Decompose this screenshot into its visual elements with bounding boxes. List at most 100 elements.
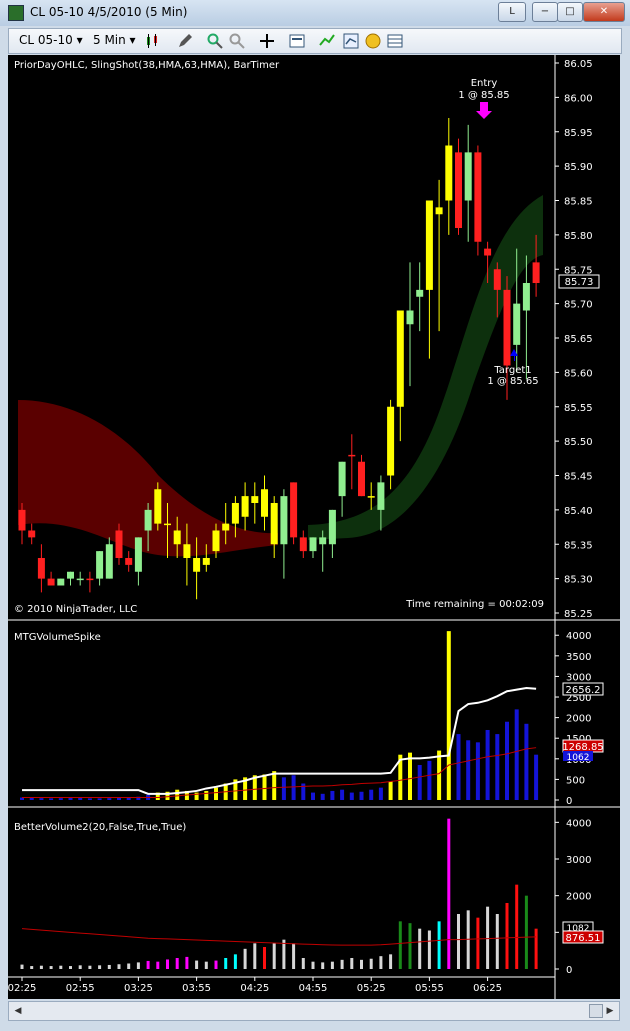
vs-tick-label: 2000	[566, 714, 591, 725]
better-volume-bar	[146, 960, 150, 969]
volume-spike-bar	[175, 789, 180, 800]
time-tick-label: 04:55	[299, 983, 328, 994]
target-fill-label: 1 @ 85.65	[487, 376, 538, 387]
indicators-icon[interactable]	[319, 33, 335, 49]
better-volume-bar	[233, 954, 237, 969]
close-button[interactable]: ✕	[583, 2, 625, 22]
time-tick-label: 04:25	[240, 983, 269, 994]
entry-fill-label: 1 @ 85.85	[458, 90, 509, 101]
zoom-out-icon[interactable]	[229, 33, 245, 49]
volume-spike-bar	[524, 723, 529, 800]
price-tick-label: 85.70	[564, 300, 593, 311]
crosshair-icon[interactable]	[259, 33, 275, 49]
better-volume-bar	[515, 884, 519, 969]
time-tick-label: 05:55	[415, 983, 444, 994]
candle-body	[86, 578, 94, 581]
volume-spike-bar	[281, 777, 286, 800]
better-volume-bar	[311, 961, 315, 969]
price-tick-label: 85.80	[564, 231, 593, 242]
price-tick-label: 86.00	[564, 93, 593, 104]
time-tick-label: 02:55	[66, 983, 95, 994]
horizontal-scrollbar[interactable]: ◀ ▶	[8, 1001, 620, 1021]
candle-body	[513, 303, 521, 345]
volume-spike-bar	[214, 787, 218, 800]
better-volume-bar	[166, 959, 169, 969]
better-volume-bar	[486, 906, 490, 969]
price-tick-label: 85.50	[564, 437, 593, 448]
volume-spike-bar	[340, 789, 345, 800]
volume-spike-bar	[126, 797, 131, 800]
better-volume-bar	[398, 921, 402, 969]
better-volume-bar	[175, 958, 179, 969]
data-box-icon[interactable]	[387, 33, 403, 49]
vs-label-1: 2656.2	[566, 685, 601, 696]
chart-svg: PriorDayOHLC, SlingShot(38,HMA,63,HMA), …	[8, 55, 620, 999]
candle-body	[251, 496, 259, 503]
vs-tick-label: 0	[566, 796, 572, 807]
better-volume-bar	[330, 961, 334, 969]
volume-spike-bar	[417, 764, 422, 800]
zoom-in-icon[interactable]	[207, 33, 223, 49]
chart-area[interactable]: PriorDayOHLC, SlingShot(38,HMA,63,HMA), …	[8, 55, 620, 999]
better-volume-bar	[127, 963, 131, 969]
candle-body	[37, 558, 45, 579]
better-volume-bar	[369, 958, 373, 969]
candle-body	[406, 310, 414, 325]
better-volume-bar	[88, 965, 92, 969]
better-volume-bar	[282, 939, 286, 969]
volume-spike-bar	[408, 752, 412, 800]
volume-spike-bar	[369, 789, 374, 800]
volume-spike-bar	[475, 742, 480, 800]
candle-body	[445, 145, 453, 201]
scroll-left-icon[interactable]: ◀	[11, 1004, 25, 1018]
better-volume-bar	[505, 903, 509, 969]
volume-spike-bar	[272, 771, 277, 800]
minimize-button[interactable]: −	[532, 2, 558, 22]
volume-spike-bar	[311, 792, 315, 800]
maximize-button[interactable]: □	[557, 2, 583, 22]
strategies-icon[interactable]	[343, 33, 359, 49]
bv-label-2: 876.51	[566, 933, 601, 944]
bv-tick-label: 2000	[566, 892, 591, 903]
price-tick-label: 85.85	[564, 197, 593, 208]
pencil-icon[interactable]	[177, 33, 193, 49]
link-button[interactable]: L	[498, 2, 526, 22]
scroll-thumb[interactable]	[589, 1004, 603, 1018]
volume-spike-bar	[359, 791, 364, 800]
volume-spike-bar	[378, 787, 383, 800]
money-icon[interactable]	[365, 33, 381, 49]
better-volume-bar	[117, 964, 121, 969]
better-volume-bar	[156, 961, 160, 969]
better-volume-bar	[447, 818, 451, 969]
better-volume-bar	[418, 928, 422, 969]
better-volume-bar	[224, 958, 228, 969]
period-selector[interactable]: 5 Min ▾	[93, 33, 136, 47]
candle-body	[193, 558, 201, 572]
vs-tick-label: 4000	[566, 631, 591, 642]
time-tick-label: 02:25	[8, 983, 36, 994]
volume-spike-bar	[291, 775, 296, 800]
volume-spike-bar	[117, 797, 121, 800]
properties-icon[interactable]	[289, 33, 305, 49]
better-volume-bar	[263, 947, 266, 969]
instrument-selector[interactable]: CL 05-10 ▾	[19, 33, 83, 47]
time-tick-label: 05:25	[357, 983, 386, 994]
target-label: Target1	[493, 365, 531, 376]
volume-spike-bar	[495, 734, 500, 800]
volume-spike-bar	[97, 798, 102, 800]
better-volume-bar	[49, 966, 53, 969]
better-volume-bar	[389, 954, 393, 969]
better-volume-bar	[350, 958, 354, 969]
candle-body	[164, 523, 171, 526]
candlestick-icon[interactable]	[145, 33, 161, 49]
candle-body	[522, 283, 530, 311]
scroll-right-icon[interactable]: ▶	[603, 1004, 617, 1018]
app-icon	[8, 5, 24, 21]
candle-body	[425, 200, 433, 290]
better-volume-bar	[340, 959, 344, 969]
better-volume-bar	[69, 966, 72, 969]
better-volume-bar	[30, 966, 34, 969]
better-volume-axis: 40003000200010000	[555, 818, 591, 976]
time-tick-label: 03:25	[124, 983, 153, 994]
price-axis: 86.0586.0085.9585.9085.8585.8085.7585.70…	[555, 59, 593, 620]
